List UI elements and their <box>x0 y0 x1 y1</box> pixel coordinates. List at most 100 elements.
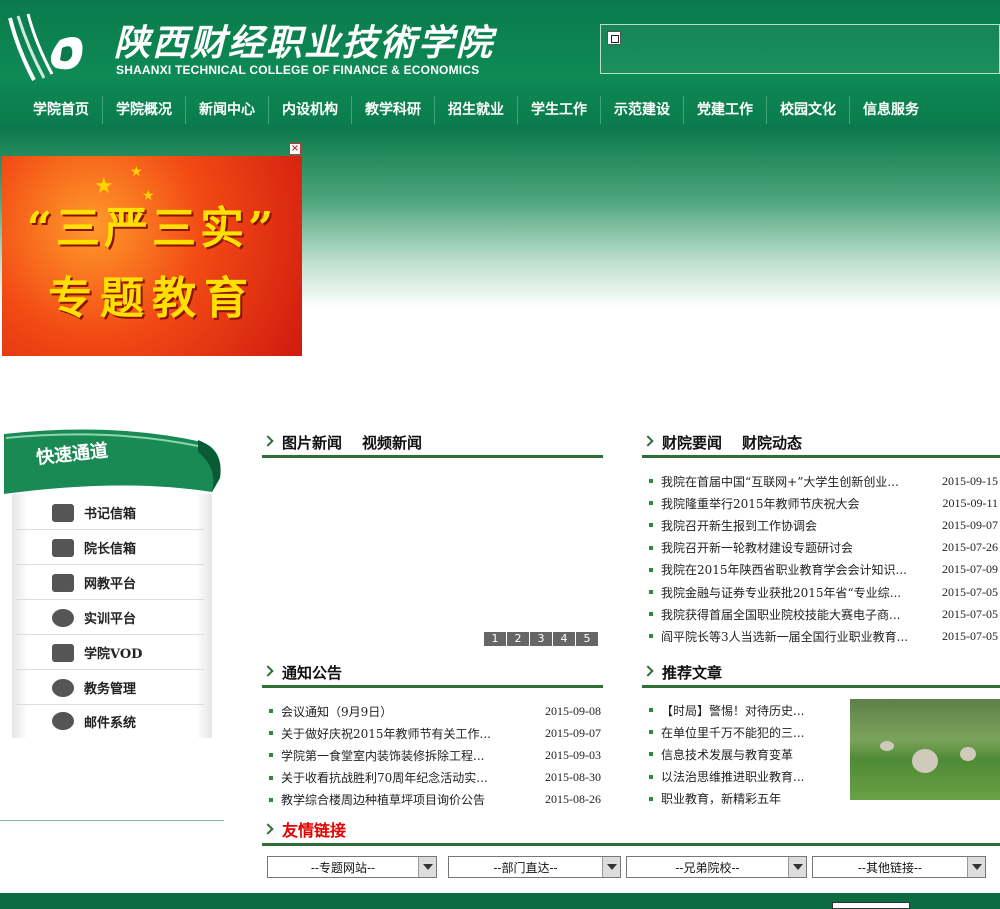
close-icon[interactable]: × <box>289 143 301 155</box>
tab-video-news[interactable]: 视频新闻 <box>362 432 422 453</box>
news-title[interactable]: 我院在2015年陕西省职业教育学会会计知识... <box>661 561 936 578</box>
article-title[interactable]: 职业教育，新精彩五年 <box>661 790 843 807</box>
news-title[interactable]: 我院金融与证券专业获批2015年省“专业综... <box>661 584 936 601</box>
news-title[interactable]: 我院获得首届全国职业院校技能大赛电子商... <box>661 606 936 623</box>
list-item: 我院隆重举行2015年教师节庆祝大会 2015-09-11 <box>643 492 998 514</box>
select-value: --专题网站-- <box>310 860 376 875</box>
slideshow-pager: 1 2 3 4 5 <box>484 632 599 646</box>
star-icon: ★ <box>130 164 143 180</box>
notice-date: 2015-09-07 <box>545 725 601 740</box>
page-button-4[interactable]: 4 <box>553 632 575 646</box>
search-widget[interactable] <box>600 24 1000 74</box>
quick-item-mail-system[interactable]: 邮件系统 <box>16 704 204 738</box>
quick-item-online-education[interactable]: 网教平台 <box>16 566 204 600</box>
tab-photo-news[interactable]: 图片新闻 <box>282 432 342 453</box>
article-title[interactable]: 信息技术发展与教育变革 <box>661 746 843 763</box>
nav-item-info[interactable]: 信息服务 <box>850 96 932 124</box>
friend-links-title: 友情链接 <box>282 821 347 840</box>
nav-item-overview[interactable]: 学院概况 <box>103 96 186 124</box>
college-news-header: 财院要闻 财院动态 <box>642 430 1000 458</box>
news-title[interactable]: 我院召开新生报到工作协调会 <box>661 517 936 534</box>
nav-item-party[interactable]: 党建工作 <box>684 96 767 124</box>
quick-item-president-mailbox[interactable]: 院长信箱 <box>16 531 204 565</box>
quick-item-label: 网教平台 <box>84 577 137 592</box>
news-title[interactable]: 我院在首届中国“互联网+”大学生创新创业... <box>661 473 936 490</box>
friend-links-header: 友情链接 <box>262 820 1000 846</box>
college-logo-icon[interactable] <box>4 10 90 86</box>
list-item: 教学综合楼周边种植草坪项目询价公告 2015-08-26 <box>263 789 601 811</box>
notice-title[interactable]: 关于做好庆祝2015年教师节有关工作... <box>281 725 539 742</box>
main-nav: 学院首页 学院概况 新闻中心 内设机构 教学科研 招生就业 学生工作 示范建设 … <box>20 96 932 124</box>
quick-item-secretary-mailbox[interactable]: 书记信箱 <box>16 496 204 530</box>
list-item: 我院在2015年陕西省职业教育学会会计知识... 2015-07-09 <box>643 559 998 581</box>
chevron-right-icon <box>642 665 654 677</box>
banner-line1: “三严三实” <box>26 203 278 254</box>
chevron-down-icon <box>602 857 620 877</box>
nav-item-admissions[interactable]: 招生就业 <box>435 96 518 124</box>
chevron-down-icon <box>967 857 985 877</box>
site-header: 陕西财经职业技術学院 SHAANXI TECHNICAL COLLEGE OF … <box>0 0 1000 128</box>
nav-item-students[interactable]: 学生工作 <box>518 96 601 124</box>
chevron-right-icon <box>642 435 654 447</box>
select-departments[interactable]: --部门直达-- <box>448 856 621 878</box>
page-button-3[interactable]: 3 <box>530 632 552 646</box>
chevron-down-icon <box>788 857 806 877</box>
banner-ad[interactable]: ★ ★ ★ “三严三实” 专题教育 <box>2 156 302 356</box>
quick-item-label: 书记信箱 <box>84 507 137 522</box>
list-item: 【时局】警惕！对待历史... <box>643 699 843 721</box>
recommended-photo[interactable] <box>850 699 1000 800</box>
page-button-2[interactable]: 2 <box>507 632 529 646</box>
tab-college-updates[interactable]: 财院动态 <box>742 432 802 453</box>
list-item: 学院第一食堂室内装饰装修拆除工程... 2015-09-03 <box>263 744 601 766</box>
photo-rock <box>912 749 938 773</box>
nav-item-departments[interactable]: 内设机构 <box>269 96 352 124</box>
page-button-1[interactable]: 1 <box>484 632 506 646</box>
tab-notices[interactable]: 通知公告 <box>282 662 342 683</box>
recommended-list: 【时局】警惕！对待历史... 在单位里千万不能犯的三... 信息技术发展与教育变… <box>643 699 843 810</box>
quick-item-academic-affairs[interactable]: 教务管理 <box>16 671 204 705</box>
article-title[interactable]: 【时局】警惕！对待历史... <box>661 702 843 719</box>
nav-item-home[interactable]: 学院首页 <box>20 96 103 124</box>
footer-widget[interactable] <box>832 902 910 909</box>
list-item: 以法治思维推进职业教育... <box>643 766 843 788</box>
notice-date: 2015-09-03 <box>545 747 601 762</box>
news-date: 2015-07-05 <box>942 628 998 643</box>
quick-item-training-platform[interactable]: 实训平台 <box>16 601 204 635</box>
school-name-en: SHAANXI TECHNICAL COLLEGE OF FINANCE & E… <box>116 63 480 77</box>
select-other-links[interactable]: --其他链接-- <box>812 856 986 878</box>
widget-checkbox[interactable] <box>607 31 621 45</box>
quick-item-label: 邮件系统 <box>84 715 137 731</box>
list-item: 阎平院长等3人当选新一届全国行业职业教育... 2015-07-05 <box>643 625 998 647</box>
notice-title[interactable]: 教学综合楼周边种植草坪项目询价公告 <box>281 791 539 808</box>
article-title[interactable]: 在单位里千万不能犯的三... <box>661 724 843 741</box>
notice-title[interactable]: 会议通知（9月9日） <box>281 703 539 720</box>
nav-item-demonstration[interactable]: 示范建设 <box>601 96 684 124</box>
notice-title[interactable]: 学院第一食堂室内装饰装修拆除工程... <box>281 747 539 764</box>
quick-item-label: 实训平台 <box>84 612 137 627</box>
news-title[interactable]: 我院隆重举行2015年教师节庆祝大会 <box>661 495 936 512</box>
monitor-icon <box>52 643 74 662</box>
quick-item-vod[interactable]: 学院VOD <box>16 636 204 670</box>
news-date: 2015-09-11 <box>942 495 998 510</box>
nav-item-culture[interactable]: 校园文化 <box>767 96 850 124</box>
list-item: 信息技术发展与教育变革 <box>643 743 843 765</box>
select-topic-sites[interactable]: --专题网站-- <box>267 856 437 878</box>
news-title[interactable]: 阎平院长等3人当选新一届全国行业职业教育... <box>661 628 936 645</box>
page-button-5[interactable]: 5 <box>576 632 598 646</box>
list-item: 我院召开新一轮教材建设专题研讨会 2015-07-26 <box>643 537 998 559</box>
notice-title[interactable]: 关于收看抗战胜利70周年纪念活动实... <box>281 769 539 786</box>
left-divider <box>0 820 224 821</box>
notice-date: 2015-09-08 <box>545 703 601 718</box>
select-sister-colleges[interactable]: --兄弟院校-- <box>626 856 807 878</box>
refresh-icon <box>52 608 74 627</box>
news-date: 2015-09-15 <box>942 473 998 488</box>
tab-recommended[interactable]: 推荐文章 <box>662 662 722 683</box>
chevron-down-icon <box>418 857 436 877</box>
nav-item-news[interactable]: 新闻中心 <box>186 96 269 124</box>
quick-item-label: 教务管理 <box>84 682 137 697</box>
network-icon <box>52 573 74 592</box>
nav-item-teaching[interactable]: 教学科研 <box>352 96 435 124</box>
news-title[interactable]: 我院召开新一轮教材建设专题研讨会 <box>661 539 936 556</box>
article-title[interactable]: 以法治思维推进职业教育... <box>661 768 843 785</box>
tab-college-news[interactable]: 财院要闻 <box>662 432 722 453</box>
